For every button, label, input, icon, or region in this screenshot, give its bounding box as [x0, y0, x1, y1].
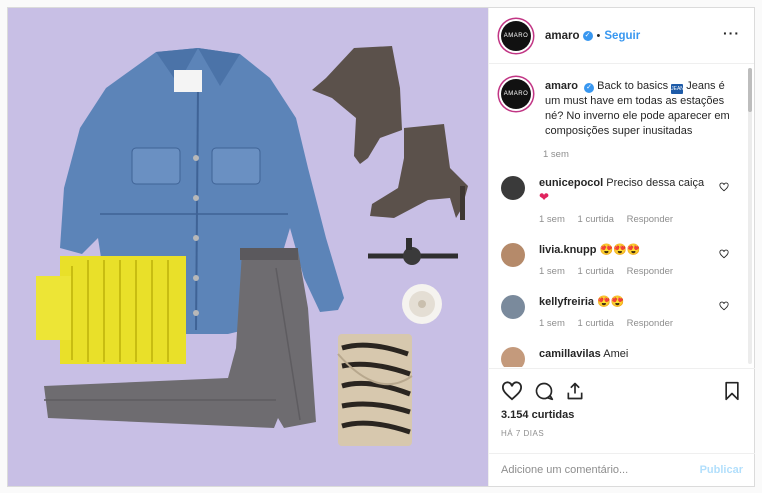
reply-button[interactable]: Responder	[627, 214, 673, 225]
share-icon[interactable]	[565, 381, 585, 401]
caption-time: 1 sem	[543, 149, 569, 160]
comment-time: 1 sem	[539, 214, 565, 225]
heart-icon[interactable]	[719, 301, 729, 311]
comment-likes[interactable]: 1 curtida	[578, 266, 614, 277]
instagram-post: AMARO amaro ✓ • Seguir ··· AMARO amaro ✓…	[7, 7, 755, 487]
post-actions: 3.154 curtidas HÁ 7 DIAS	[489, 368, 755, 438]
verified-badge-icon: ✓	[582, 30, 593, 41]
commenter-avatar[interactable]	[501, 347, 525, 367]
avatar[interactable]: AMARO	[501, 20, 531, 51]
reply-button[interactable]: Responder	[627, 318, 673, 329]
jeans-emoji-icon: JEANS	[671, 84, 688, 94]
post-date: HÁ 7 DIAS	[501, 429, 545, 438]
coffee-cup-image	[402, 284, 442, 324]
comment-username[interactable]: camillavilas	[539, 348, 601, 360]
heart-eyes-emoji-icon: 😍😍😍	[599, 244, 641, 256]
comment-item: livia.knupp 😍😍😍 1 sem 1 curtida Responde…	[501, 243, 743, 279]
comments-scrollbar[interactable]	[748, 68, 752, 364]
header-username[interactable]: amaro	[545, 30, 580, 42]
verified-badge-icon: ✓	[584, 83, 595, 93]
add-comment-input[interactable]	[501, 464, 700, 476]
reply-button[interactable]: Responder	[627, 266, 673, 277]
comment-item: kellyfreiria 😍😍 1 sem 1 curtida Responde…	[501, 295, 743, 331]
more-horizontal-icon[interactable]: ···	[723, 26, 740, 40]
comments-list[interactable]: AMARO amaro ✓ Back to basics JEANS Jeans…	[489, 65, 743, 367]
post-header: AMARO amaro ✓ • Seguir ···	[489, 8, 754, 64]
comment-bubble-icon[interactable]	[533, 381, 555, 401]
caption-text-before: Back to basics	[597, 80, 669, 92]
commenter-avatar[interactable]	[501, 243, 525, 267]
comment-likes[interactable]: 1 curtida	[578, 318, 614, 329]
heart-icon[interactable]	[719, 182, 729, 192]
comment-item: eunicepocol Preciso dessa caiça ❤ 1 sem …	[501, 176, 743, 227]
flatlay-illustration	[8, 8, 488, 486]
separator-dot: •	[596, 29, 601, 42]
bookmark-icon[interactable]	[723, 381, 741, 401]
add-comment-bar: Publicar	[489, 453, 755, 486]
red-heart-emoji-icon: ❤	[539, 190, 550, 204]
like-heart-icon[interactable]	[501, 381, 523, 401]
heart-icon[interactable]	[719, 249, 729, 259]
caption-avatar[interactable]: AMARO	[501, 79, 531, 109]
post-side-panel: AMARO amaro ✓ • Seguir ··· AMARO amaro ✓…	[488, 8, 755, 486]
caption-text: amaro ✓ Back to basics JEANS Jeans é um …	[545, 79, 743, 139]
zebra-clutch-image	[337, 334, 413, 446]
commenter-avatar[interactable]	[501, 176, 525, 200]
comment-time: 1 sem	[539, 318, 565, 329]
comment-time: 1 sem	[539, 266, 565, 277]
caption-username[interactable]: amaro	[545, 80, 578, 92]
comment-text: Preciso dessa caiça	[606, 177, 705, 189]
action-icons	[501, 377, 745, 405]
comment-text: Amei	[603, 348, 629, 360]
publish-button[interactable]: Publicar	[700, 464, 743, 476]
commenter-avatar[interactable]	[501, 295, 525, 319]
comment-username[interactable]: eunicepocol	[539, 177, 603, 189]
comment-username[interactable]: kellyfreiria	[539, 296, 594, 308]
follow-button[interactable]: Seguir	[604, 30, 640, 42]
post-photo[interactable]	[8, 8, 488, 486]
likes-count[interactable]: 3.154 curtidas	[501, 409, 745, 421]
heart-eyes-emoji-icon: 😍😍	[597, 296, 625, 308]
caption: AMARO amaro ✓ Back to basics JEANS Jeans…	[501, 79, 743, 139]
caption-avatar-logo-text: AMARO	[503, 91, 529, 97]
avatar-logo-text: AMARO	[503, 32, 529, 39]
comment-item: camillavilas Amei	[501, 347, 743, 367]
comment-likes[interactable]: 1 curtida	[578, 214, 614, 225]
comment-username[interactable]: livia.knupp	[539, 244, 596, 256]
